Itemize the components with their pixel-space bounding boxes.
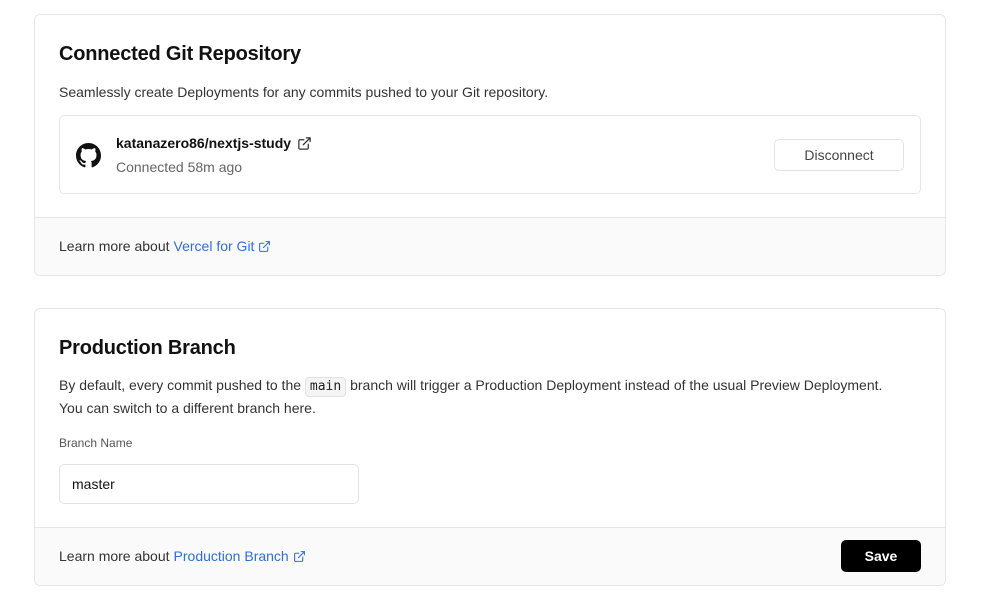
branch-name-label: Branch Name (59, 436, 133, 450)
repo-connected-status: Connected 58m ago (116, 159, 243, 175)
production-branch-link-label[interactable]: Production Branch (174, 548, 289, 564)
connected-git-description: Seamlessly create Deployments for any co… (59, 84, 549, 100)
production-branch-link[interactable]: Production Branch (174, 548, 306, 564)
production-branch-title: Production Branch (59, 337, 236, 359)
description-before: By default, every commit pushed to the (59, 377, 302, 393)
footer-prefix: Learn more about (59, 548, 170, 564)
vercel-for-git-link[interactable]: Vercel for Git (174, 238, 272, 254)
save-button[interactable]: Save (841, 540, 921, 572)
production-branch-description: By default, every commit pushed to the m… (59, 374, 885, 420)
footer-prefix: Learn more about (59, 238, 170, 254)
connected-git-card-body: Connected Git Repository Seamlessly crea… (35, 15, 945, 218)
branch-name-input[interactable] (59, 464, 359, 504)
external-link-icon[interactable] (258, 240, 271, 253)
production-branch-card-body: Production Branch By default, every comm… (35, 309, 945, 528)
repo-name-row[interactable]: katanazero86/nextjs-study (116, 135, 312, 151)
production-branch-footer-text: Learn more about Production Branch (59, 548, 306, 564)
connected-git-title: Connected Git Repository (59, 43, 301, 65)
repo-box: katanazero86/nextjs-study Connected 58m … (59, 115, 921, 194)
external-link-icon[interactable] (293, 550, 306, 563)
vercel-for-git-link-label[interactable]: Vercel for Git (174, 238, 255, 254)
main-branch-code: main (304, 377, 347, 397)
production-branch-footer: Learn more about Production Branch Save (35, 527, 945, 585)
repo-name-link[interactable]: katanazero86/nextjs-study (116, 135, 291, 151)
github-icon (76, 143, 101, 168)
connected-git-card: Connected Git Repository Seamlessly crea… (34, 14, 946, 276)
connected-git-footer-text: Learn more about Vercel for Git (59, 238, 271, 254)
production-branch-card: Production Branch By default, every comm… (34, 308, 946, 586)
disconnect-button[interactable]: Disconnect (774, 139, 904, 171)
connected-git-footer: Learn more about Vercel for Git (35, 217, 945, 275)
external-link-icon[interactable] (297, 136, 312, 151)
